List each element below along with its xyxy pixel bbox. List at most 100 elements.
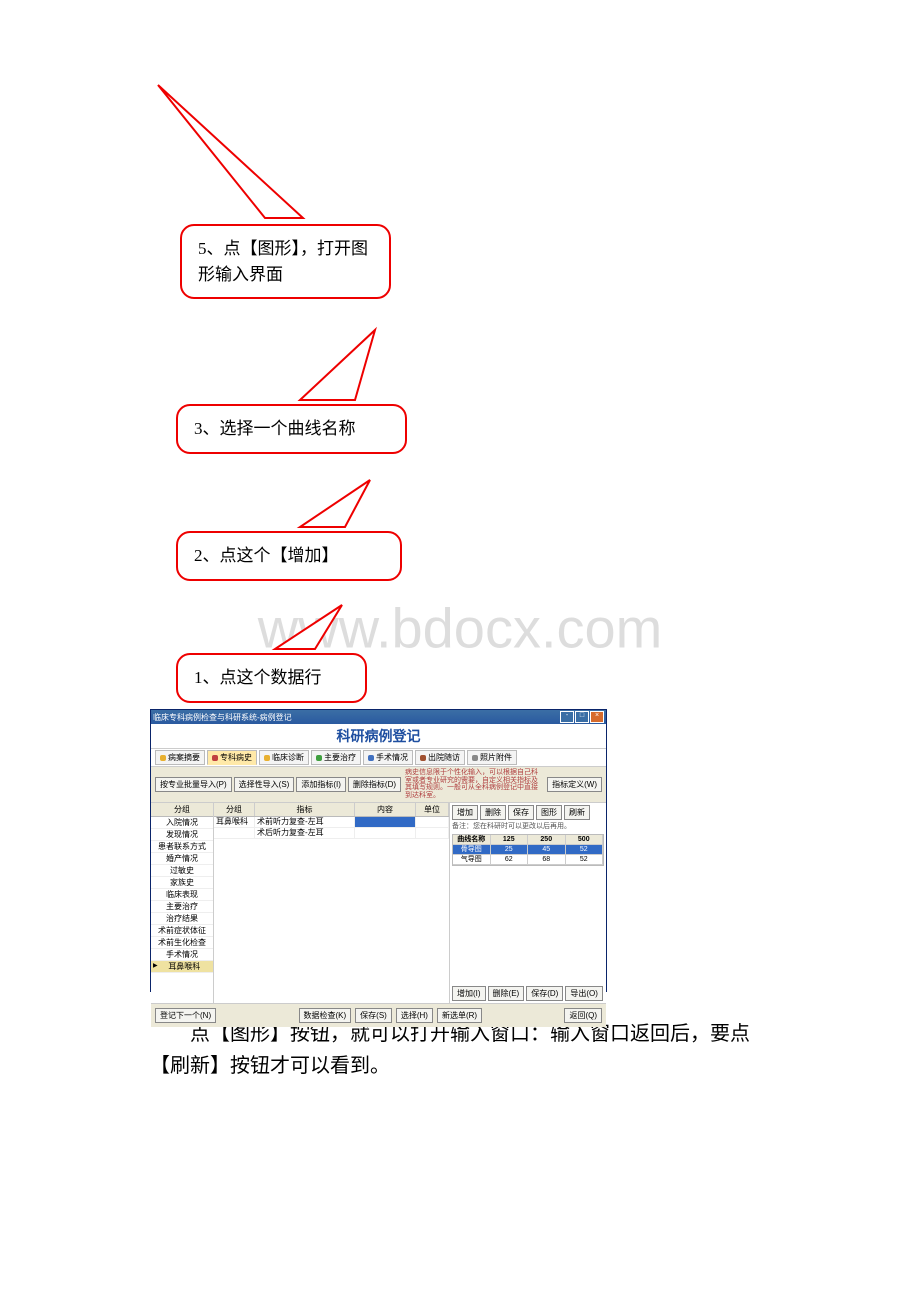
tab-label: 临床诊断 xyxy=(272,752,304,763)
import-batch-button[interactable]: 按专业批量导入(P) xyxy=(155,777,232,792)
return-button[interactable]: 返回(Q) xyxy=(564,1008,602,1023)
toolbar: 按专业批量导入(P) 选择性导入(S) 添加指标(I) 删除指标(D) 病史信息… xyxy=(151,767,606,803)
sidebar-item[interactable]: 患者联系方式 xyxy=(151,841,213,853)
c-name: 骨导图 xyxy=(453,845,491,855)
tab-summary[interactable]: 病案摘要 xyxy=(155,750,205,765)
import-select-button[interactable]: 选择性导入(S) xyxy=(234,777,295,792)
cell-group xyxy=(214,828,255,838)
sidebar-item[interactable]: 术前症状体征 xyxy=(151,925,213,937)
c-v3: 52 xyxy=(566,855,604,865)
graph-button[interactable]: 图形 xyxy=(536,805,562,820)
cell-group: 耳鼻喉科 xyxy=(214,817,255,827)
tab-icon xyxy=(368,755,374,761)
tab-icon xyxy=(160,755,166,761)
c-v3: 52 xyxy=(566,845,604,855)
delete-indicator-button[interactable]: 删除指标(D) xyxy=(348,777,401,792)
h-name: 曲线名称 xyxy=(453,835,491,845)
table-header: 分组 指标 内容 单位 xyxy=(214,803,449,817)
tab-diagnosis[interactable]: 临床诊断 xyxy=(259,750,309,765)
save-button[interactable]: 保存(S) xyxy=(355,1008,392,1023)
sidebar-item[interactable]: 家族史 xyxy=(151,877,213,889)
tab-label: 主要治疗 xyxy=(324,752,356,763)
sidebar-header: 分组 xyxy=(151,803,213,817)
callout-text: 5、点【图形】，打开图形输入界面 xyxy=(198,239,368,284)
col-indicator: 指标 xyxy=(255,803,355,816)
callout-step1: 1、点这个数据行 xyxy=(176,653,367,703)
tab-history[interactable]: 专科病史 xyxy=(207,750,257,765)
h-125: 125 xyxy=(491,835,529,845)
h-500: 500 xyxy=(566,835,604,845)
window-title: 临床专科病例检查与科研系统-病例登记 xyxy=(153,712,559,723)
curve-table: 曲线名称 125 250 500 骨导图 25 45 52 气导图 62 68 … xyxy=(452,834,604,866)
save2-button[interactable]: 保存(D) xyxy=(526,986,563,1001)
tab-label: 照片附件 xyxy=(480,752,512,763)
minimize-icon[interactable]: - xyxy=(560,711,574,723)
add-curve-button[interactable]: 增加 xyxy=(452,805,478,820)
sidebar-item[interactable]: 手术情况 xyxy=(151,949,213,961)
export-button[interactable]: 导出(O) xyxy=(565,986,603,1001)
tab-label: 病案摘要 xyxy=(168,752,200,763)
page-title: 科研病例登记 xyxy=(151,724,606,749)
add-indicator-button[interactable]: 添加指标(I) xyxy=(296,777,346,792)
curve-toolbar: 增加 删除 保存 图形 刷新 xyxy=(452,805,604,820)
sidebar-item[interactable]: 入院情况 xyxy=(151,817,213,829)
curve-note: 备注：您在科研时可以更改以后再用。 xyxy=(452,820,604,832)
tab-icon xyxy=(420,755,426,761)
callout-text: 2、点这个【增加】 xyxy=(194,546,339,565)
tab-label: 专科病史 xyxy=(220,752,252,763)
tab-photos[interactable]: 照片附件 xyxy=(467,750,517,765)
main-area: 分组 入院情况 发现情况 患者联系方式 婚产情况 过敏史 家族史 临床表现 主要… xyxy=(151,803,606,1003)
new-list-button[interactable]: 新选单(R) xyxy=(437,1008,482,1023)
add2-button[interactable]: 增加(I) xyxy=(452,986,486,1001)
cell-content[interactable] xyxy=(355,817,416,827)
tab-icon xyxy=(472,755,478,761)
tab-followup[interactable]: 出院随访 xyxy=(415,750,465,765)
cell-content[interactable] xyxy=(355,828,416,838)
next-record-button[interactable]: 登记下一个(N) xyxy=(155,1008,216,1023)
table-row[interactable]: 术后听力复查-左耳 xyxy=(214,828,449,839)
tab-icon xyxy=(212,755,218,761)
callout-text: 3、选择一个曲线名称 xyxy=(194,419,356,438)
delete2-button[interactable]: 删除(E) xyxy=(488,986,525,1001)
curve-table-header: 曲线名称 125 250 500 xyxy=(453,835,603,845)
cell-indicator: 术前听力复查-左耳 xyxy=(255,817,355,827)
col-group: 分组 xyxy=(214,803,255,816)
cell-unit xyxy=(416,817,449,827)
indicator-table: 分组 指标 内容 单位 耳鼻喉科 术前听力复查-左耳 术后听力复查-左耳 xyxy=(214,803,450,1003)
tab-bar: 病案摘要 专科病史 临床诊断 主要治疗 手术情况 出院随访 照片附件 xyxy=(151,749,606,767)
sidebar-item[interactable]: 发现情况 xyxy=(151,829,213,841)
sidebar-item[interactable]: 临床表现 xyxy=(151,889,213,901)
tab-treatment[interactable]: 主要治疗 xyxy=(311,750,361,765)
table-row-selected[interactable]: 耳鼻喉科 术前听力复查-左耳 xyxy=(214,817,449,828)
curve-row-selected[interactable]: 骨导图 25 45 52 xyxy=(453,845,603,855)
col-content: 内容 xyxy=(355,803,416,816)
curve-panel: 增加 删除 保存 图形 刷新 备注：您在科研时可以更改以后再用。 曲线名称 12… xyxy=(450,803,606,1003)
instruction-paragraph: 点【图形】按钮，就可以打开输入窗口：输入窗口返回后，要点【刷新】按钮才可以看到。 xyxy=(150,1018,760,1082)
select-button[interactable]: 选择(H) xyxy=(396,1008,433,1023)
sidebar-item[interactable]: 术前生化检查 xyxy=(151,937,213,949)
tab-label: 手术情况 xyxy=(376,752,408,763)
maximize-icon[interactable]: □ xyxy=(575,711,589,723)
sidebar-item[interactable]: 治疗结果 xyxy=(151,913,213,925)
curve-row[interactable]: 气导图 62 68 52 xyxy=(453,855,603,865)
c-v2: 68 xyxy=(528,855,566,865)
delete-curve-button[interactable]: 删除 xyxy=(480,805,506,820)
refresh-button[interactable]: 刷新 xyxy=(564,805,590,820)
sidebar-item[interactable]: 婚产情况 xyxy=(151,853,213,865)
c-v2: 45 xyxy=(528,845,566,855)
close-icon[interactable]: × xyxy=(590,711,604,723)
c-name: 气导图 xyxy=(453,855,491,865)
data-check-button[interactable]: 数据检查(K) xyxy=(299,1008,352,1023)
tab-icon xyxy=(264,755,270,761)
save-curve-button[interactable]: 保存 xyxy=(508,805,534,820)
sidebar-item[interactable]: 主要治疗 xyxy=(151,901,213,913)
group-sidebar: 分组 入院情况 发现情况 患者联系方式 婚产情况 过敏史 家族史 临床表现 主要… xyxy=(151,803,214,1003)
app-screenshot: 临床专科病例检查与科研系统-病例登记 - □ × 科研病例登记 病案摘要 专科病… xyxy=(150,709,607,992)
c-v1: 25 xyxy=(491,845,529,855)
callout-step3: 3、选择一个曲线名称 xyxy=(176,404,407,454)
sidebar-item-selected[interactable]: 耳鼻喉科 xyxy=(151,961,213,973)
tab-surgery[interactable]: 手术情况 xyxy=(363,750,413,765)
sidebar-item[interactable]: 过敏史 xyxy=(151,865,213,877)
col-unit: 单位 xyxy=(416,803,449,816)
indicator-def-button[interactable]: 指标定义(W) xyxy=(547,777,602,792)
